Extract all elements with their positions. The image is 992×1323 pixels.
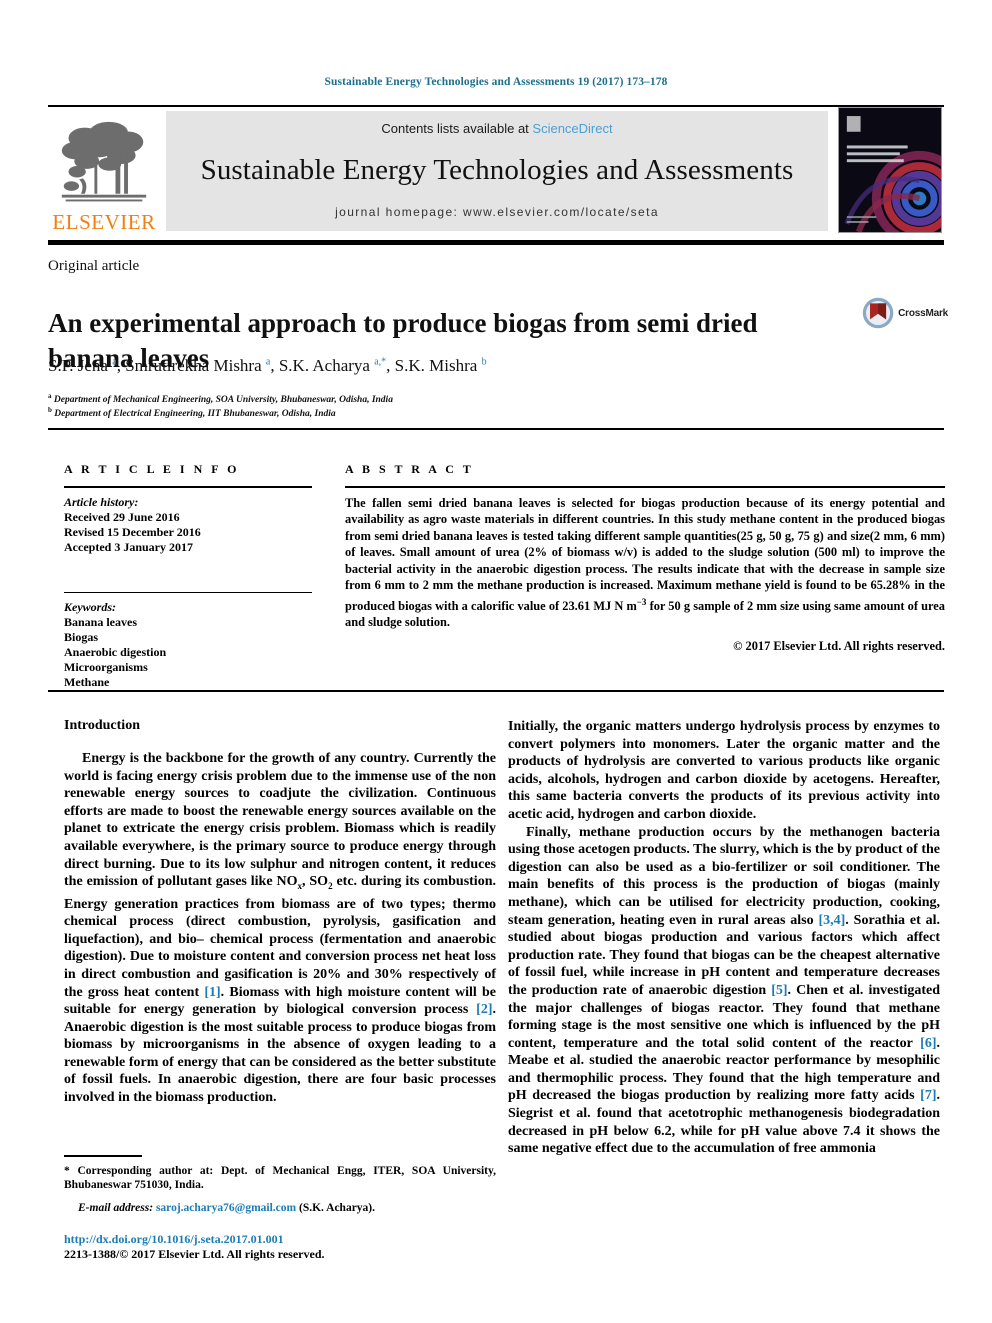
body-column-left: Introduction Energy is the backbone for … [64,718,496,1107]
abstract-heading: A B S T R A C T [345,462,474,476]
article-history-accepted: Accepted 3 January 2017 [64,539,193,554]
para-seg: , SO [301,874,329,890]
masthead-panel: Contents lists available at ScienceDirec… [166,111,828,231]
journal-cover-art [839,108,941,232]
keywords-rule [64,591,312,593]
article-history-revised: Revised 15 December 2016 [64,524,201,539]
keyword-item: Methane [64,675,110,689]
para-seg: Energy is the backbone for the growth of… [64,751,496,890]
contents-prefix: Contents lists available at [381,121,533,136]
keyword-item: Biogas [64,630,99,644]
affil-marker-b: b [48,406,52,414]
article-info-rule [64,486,312,488]
abstract-bottom-rule [48,690,944,692]
paragraph-intro-1: Energy is the backbone for the growth of… [64,750,496,1107]
masthead-top-rule [48,105,944,107]
keyword-item: Banana leaves [64,615,138,629]
paragraph-right-1: Initially, the organic matters undergo h… [508,719,940,822]
paragraph-right-2: Finally, methane production occurs by th… [508,824,940,1158]
author-affil-marker: a [265,356,271,368]
footnote-block: * Corresponding author at: Dept. of Mech… [64,1155,496,1215]
author-list: S.P. Jena a, Smrutirekha Mishra a, S.K. … [48,356,487,375]
elsevier-tree-icon [61,121,147,202]
elsevier-logo: ELSEVIER [50,111,158,233]
email-owner: (S.K. Acharya). [298,1201,376,1214]
section-heading-introduction: Introduction [64,718,140,733]
affil-marker-a: a [48,392,52,400]
author-affil-marker: a,* [374,356,387,368]
abstract-text: The fallen semi dried banana leaves is s… [345,495,945,631]
doi-block: http://dx.doi.org/10.1016/j.seta.2017.01… [64,1232,496,1262]
email-link[interactable]: saroj.acharya76@gmail.com [156,1202,296,1214]
abstract-section: A B S T R A C T The fallen semi dried ba… [345,462,945,654]
crossmark-label: CrossMark [898,307,948,319]
email-label: E-mail address: [78,1201,154,1214]
citation-ref-1[interactable]: [1] [204,985,220,1000]
citation-ref-3-4[interactable]: [3,4] [818,913,845,928]
journal-title: Sustainable Energy Technologies and Asse… [200,154,794,186]
article-type: Original article [48,258,140,274]
author-affil-marker: a [112,356,117,368]
article-history-received: Received 29 June 2016 [64,509,180,524]
contents-line: Contents lists available at ScienceDirec… [381,121,612,136]
corresponding-author-note: * Corresponding author at: Dept. of Mech… [64,1164,496,1192]
sciencedirect-link[interactable]: ScienceDirect [532,121,612,136]
keyword-item: Anaerobic digestion [64,645,167,659]
keywords-label: Keywords: [64,600,116,614]
article-history-label: Article history: [64,494,139,509]
abstract-copyright: © 2017 Elsevier Ltd. All rights reserved… [733,638,945,653]
issn-copyright: 2213-1388/© 2017 Elsevier Ltd. All right… [64,1247,325,1261]
affiliation-a-text: Department of Mechanical Engineering, SO… [53,395,393,406]
abstract-superscript: −3 [636,596,647,607]
affiliation-b: b Department of Electrical Engineering, … [48,406,648,419]
affiliation-a: a Department of Mechanical Engineering, … [48,392,648,405]
authors-bottom-rule [48,428,944,430]
email-note: E-mail address: saroj.acharya76@gmail.co… [64,1201,496,1216]
citation-ref-7[interactable]: [7] [920,1088,936,1103]
crossmark-badge[interactable]: CrossMark [862,292,948,334]
article-info-section: A R T I C L E I N F O Article history: R… [64,462,312,690]
affiliation-b-text: Department of Electrical Engineering, II… [54,409,336,420]
abstract-body: The fallen semi dried banana leaves is s… [345,495,945,613]
article-info-heading: A R T I C L E I N F O [64,462,240,476]
author-affil-marker: b [481,356,487,368]
masthead-bottom-rule [48,240,944,245]
body-column-right: Initially, the organic matters undergo h… [508,718,940,1158]
elsevier-wordmark: ELSEVIER [52,210,156,234]
para-seg: . Anaerobic digestion is the most suitab… [64,1002,496,1106]
journal-homepage[interactable]: journal homepage: www.elsevier.com/locat… [335,205,659,219]
abstract-rule [345,486,945,488]
para-seg: etc. during its combustion. Energy gener… [64,874,496,1000]
doi-link[interactable]: http://dx.doi.org/10.1016/j.seta.2017.01… [64,1232,496,1247]
paper-page: Sustainable Energy Technologies and Asse… [0,0,992,1323]
running-head: Sustainable Energy Technologies and Asse… [324,76,668,88]
crossmark-icon [862,297,894,329]
keyword-item: Microorganisms [64,660,148,674]
citation-ref-5[interactable]: [5] [771,983,787,998]
citation-ref-6[interactable]: [6] [920,1036,936,1051]
footnote-rule [64,1155,142,1157]
citation-ref-2[interactable]: [2] [476,1002,492,1017]
journal-cover-thumbnail [838,107,942,233]
journal-masthead: ELSEVIER Contents lists available at Sci… [48,105,944,233]
